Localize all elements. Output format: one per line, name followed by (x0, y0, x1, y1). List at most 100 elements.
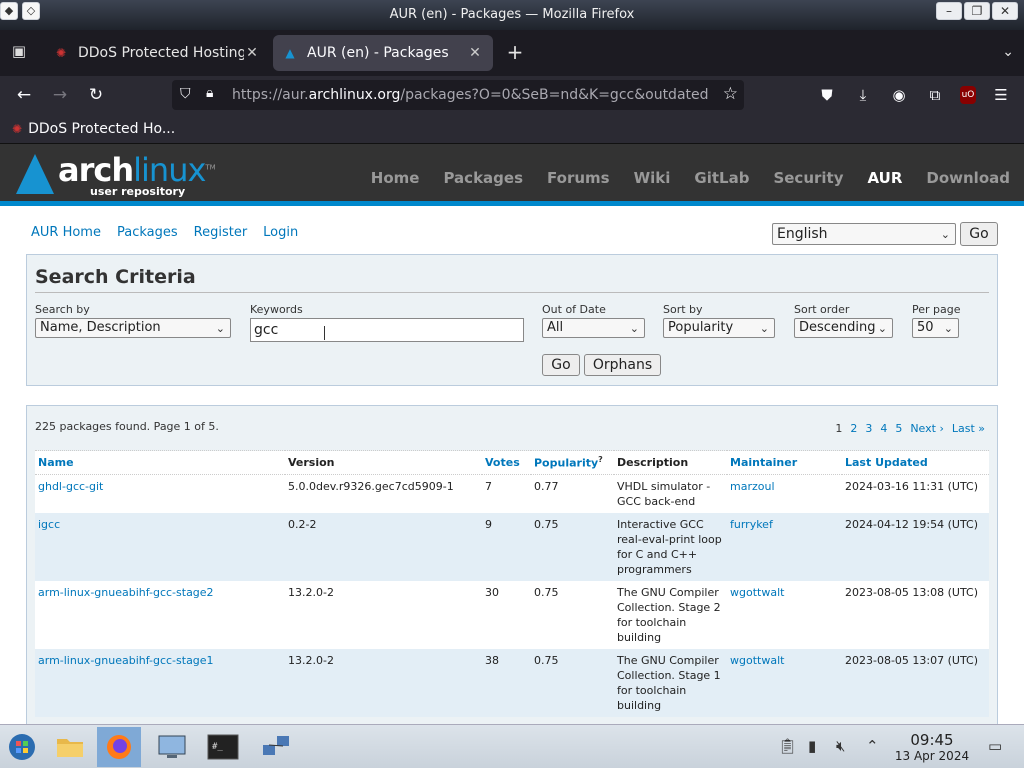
new-tab-icon[interactable]: + (504, 42, 526, 64)
page-link[interactable]: 3 (865, 422, 872, 435)
downloads-icon[interactable]: ⤓ (852, 84, 874, 106)
back-arrow-icon[interactable]: ← (12, 84, 36, 106)
clock-date[interactable]: 13 Apr 2024 (893, 749, 971, 763)
sort-by-select[interactable]: Popularity ⌄ (663, 318, 775, 338)
maintainer-link[interactable]: wgottwalt (730, 654, 784, 667)
page-current: 1 (835, 422, 843, 435)
chevron-down-icon[interactable]: ⌄ (1002, 44, 1014, 60)
out-of-date-value: All (547, 320, 564, 335)
package-name-link[interactable]: ghdl-gcc-git (38, 480, 103, 493)
nav-download[interactable]: Download (926, 169, 1010, 187)
archlinux-logo[interactable]: archlinuxTM user repository (16, 154, 216, 197)
nav-home[interactable]: Home (371, 169, 420, 187)
hamburger-menu-icon[interactable]: ☰ (990, 84, 1012, 106)
windows-orb-icon (9, 734, 35, 760)
tray-expand-chevron-icon[interactable]: ⌃ (866, 737, 879, 755)
bookmark-item[interactable]: ✺ DDoS Protected Ho... (12, 121, 175, 137)
column-name[interactable]: Name (35, 450, 285, 475)
maintainer-link[interactable]: furrykef (730, 518, 773, 531)
text-cursor-icon (324, 326, 326, 340)
tab-label: AUR (en) - Packages (307, 45, 449, 61)
search-by-select[interactable]: Name, Description ⌄ (35, 318, 231, 338)
url-bar[interactable]: ⛉ 🔒︎ https://aur.archlinux.org/packages?… (172, 80, 744, 110)
nav-security[interactable]: Security (773, 169, 843, 187)
bookmarks-toolbar: ✺ DDoS Protected Ho... (0, 114, 1024, 144)
results-panel: 225 packages found. Page 1 of 5. 1 2 3 4… (26, 405, 998, 724)
account-icon[interactable]: ◉ (888, 84, 910, 106)
login-link[interactable]: Login (263, 225, 298, 240)
pocket-icon[interactable]: ⛊ (816, 84, 838, 106)
page-link[interactable]: 2 (850, 422, 857, 435)
tab-close-icon[interactable]: ✕ (244, 45, 260, 61)
file-manager-icon[interactable] (48, 727, 92, 767)
tab-close-icon[interactable]: ✕ (467, 45, 483, 61)
tracking-shield-icon[interactable]: ⛉ (180, 86, 191, 102)
start-menu-icon[interactable] (0, 727, 44, 767)
ublock-origin-icon[interactable]: uO (960, 86, 976, 104)
tab-aur-packages[interactable]: ▲ AUR (en) - Packages ✕ (273, 35, 493, 71)
sort-order-select[interactable]: Descending ⌄ (794, 318, 893, 338)
nav-gitlab[interactable]: GitLab (694, 169, 749, 187)
close-icon[interactable]: ✕ (992, 2, 1018, 20)
forward-arrow-icon[interactable]: → (48, 84, 72, 106)
nav-forums[interactable]: Forums (547, 169, 610, 187)
page-link[interactable]: 4 (880, 422, 887, 435)
register-link[interactable]: Register (194, 225, 248, 240)
search-go-button[interactable]: Go (542, 354, 580, 376)
out-of-date-select[interactable]: All ⌄ (542, 318, 645, 338)
column-maintainer[interactable]: Maintainer (727, 450, 842, 475)
show-desktop-icon[interactable]: ▭ (988, 737, 1002, 755)
column-popularity[interactable]: Popularity? (531, 450, 614, 475)
extensions-icon[interactable]: ⧉ (924, 84, 946, 106)
nav-aur[interactable]: AUR (868, 169, 903, 187)
network-manager-icon[interactable] (254, 727, 298, 767)
keywords-input[interactable]: gcc (250, 318, 524, 342)
battery-tray-icon[interactable]: ▮ (808, 737, 816, 755)
package-name-link[interactable]: igcc (38, 518, 60, 531)
nav-wiki[interactable]: Wiki (634, 169, 671, 187)
url-prefix: https://aur. (232, 87, 309, 103)
reload-icon[interactable]: ↻ (84, 84, 108, 106)
next-page-link[interactable]: Next › (910, 422, 944, 435)
chevron-down-icon: ⌄ (629, 322, 639, 335)
url-text[interactable]: https://aur.archlinux.org/packages?O=0&S… (232, 87, 712, 103)
firefox-taskbar-icon[interactable] (97, 727, 141, 767)
package-name-link[interactable]: arm-linux-gnueabihf-gcc-stage1 (38, 654, 214, 667)
maintainer-link[interactable]: marzoul (730, 480, 775, 493)
package-votes: 7 (482, 474, 531, 513)
package-last-updated: 2024-03-16 11:31 (UTC) (842, 474, 989, 513)
volume-muted-icon[interactable]: 🔇︎ (836, 737, 845, 755)
maximize-icon[interactable]: ❐ (964, 2, 990, 20)
lock-icon[interactable]: 🔒︎ (206, 85, 213, 101)
packages-link[interactable]: Packages (117, 225, 178, 240)
window-title: AUR (en) - Packages — Mozilla Firefox (389, 7, 635, 22)
clock-time[interactable]: 09:45 (897, 731, 967, 749)
minimize-icon[interactable]: – (936, 2, 962, 20)
maintainer-link[interactable]: wgottwalt (730, 586, 784, 599)
language-select[interactable]: English ⌄ (772, 223, 956, 245)
terminal-taskbar-icon[interactable]: #_ (201, 727, 245, 767)
aur-home-link[interactable]: AUR Home (31, 225, 101, 240)
package-name-link[interactable]: arm-linux-gnueabihf-gcc-stage2 (38, 586, 214, 599)
firefox-view-icon[interactable]: ▣ (8, 42, 30, 64)
nav-packages[interactable]: Packages (443, 169, 523, 187)
column-description: Description (614, 450, 727, 475)
package-description: The GNU Compiler Collection. Stage 1 for… (614, 649, 727, 717)
tab-ddos[interactable]: ✺ DDoS Protected Hosting ✕ (44, 35, 270, 71)
column-popularity-label: Popularity (534, 456, 599, 470)
control-panel-icon[interactable] (150, 727, 194, 767)
column-votes[interactable]: Votes (482, 450, 531, 475)
last-page-link[interactable]: Last » (952, 422, 985, 435)
per-page-select[interactable]: 50 ⌄ (912, 318, 959, 338)
package-popularity: 0.75 (531, 649, 614, 717)
terminal-icon: #_ (207, 734, 239, 760)
page-link[interactable]: 5 (895, 422, 902, 435)
bookmark-star-icon[interactable]: ☆ (723, 84, 738, 104)
orphans-button[interactable]: Orphans (584, 354, 661, 376)
pagination: 1 2 3 4 5 Next › Last » (835, 422, 985, 435)
clipboard-tray-icon[interactable]: 📋︎ (778, 737, 797, 755)
column-last-updated[interactable]: Last Updated (842, 450, 989, 475)
popularity-help-icon[interactable]: ? (598, 455, 603, 464)
language-go-button[interactable]: Go (960, 222, 998, 246)
ddos-favicon-icon: ✺ (55, 46, 67, 60)
